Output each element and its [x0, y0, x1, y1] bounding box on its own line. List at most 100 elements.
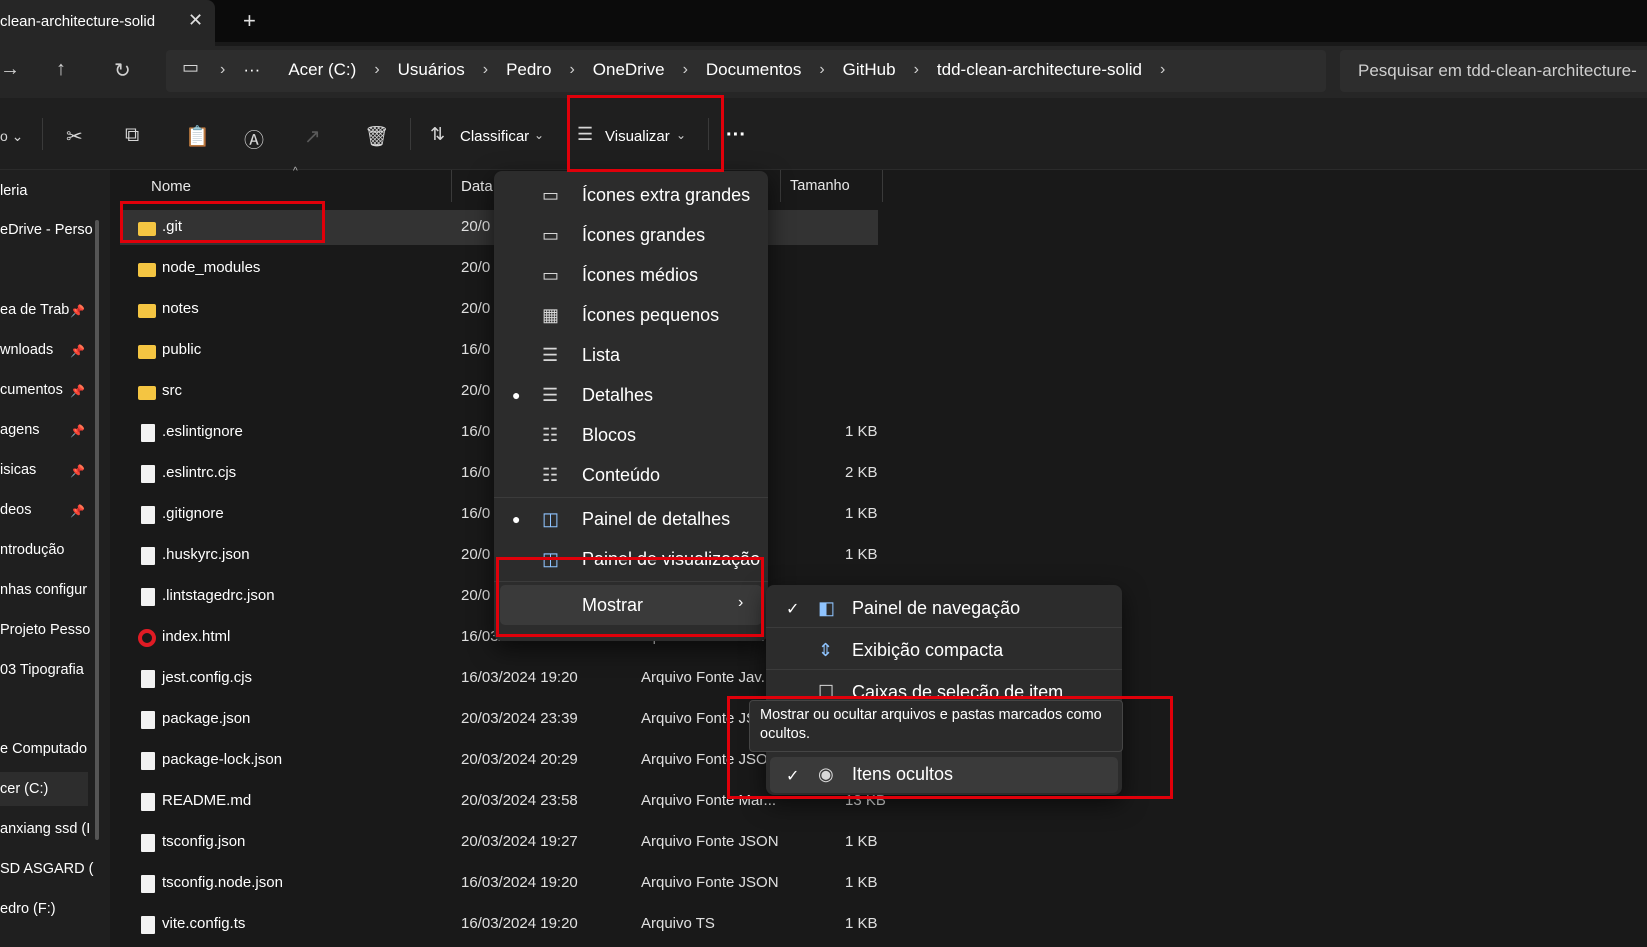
- breadcrumb-item[interactable]: Usuários: [398, 60, 465, 80]
- file-name: .lintstagedrc.json: [162, 587, 275, 604]
- file-row[interactable]: vite.config.ts 16/03/2024 19:20 Arquivo TS…: [0, 915, 900, 947]
- content-icon: ☷: [542, 465, 559, 485]
- monitor-icon: ▭: [542, 225, 560, 245]
- folder-icon: [138, 263, 156, 277]
- submenu-item-navigation-pane[interactable]: ✓ ◧ Painel de navegação: [766, 589, 1122, 627]
- file-date: 20/0: [461, 259, 491, 276]
- chevron-right-icon: ›: [913, 61, 919, 78]
- menu-item-label: Ícones pequenos: [582, 305, 720, 325]
- menu-item-label: Ícones extra grandes: [582, 185, 751, 205]
- file-size: 1 KB: [845, 874, 878, 891]
- monitor-icon: ▭: [542, 185, 560, 205]
- file-name: package.json: [162, 710, 251, 727]
- file-name: public: [162, 341, 202, 358]
- column-header-date[interactable]: Data: [461, 178, 493, 195]
- nav-item[interactable]: leria: [0, 183, 95, 199]
- selected-bullet-icon: ●: [512, 511, 521, 527]
- cut-icon[interactable]: ✂: [66, 124, 83, 149]
- up-icon[interactable]: ↑: [56, 58, 66, 81]
- column-header-name[interactable]: Nome: [151, 178, 191, 195]
- chevron-right-icon: ›: [819, 61, 825, 78]
- menu-item-details[interactable]: ● ☰ Detalhes: [494, 376, 768, 414]
- breadcrumb-ellipsis[interactable]: ···: [243, 60, 260, 80]
- file-date: 20/03/2024 20:29: [461, 751, 578, 768]
- submenu-item-compact-view[interactable]: ⇕ Exibição compacta: [766, 631, 1122, 669]
- folder-icon: [138, 304, 156, 318]
- file-date: 16/0: [461, 505, 491, 522]
- breadcrumb-item[interactable]: GitHub: [843, 60, 896, 80]
- folder-icon: [138, 386, 156, 400]
- menu-item-tiles[interactable]: ☷ Blocos: [494, 416, 768, 454]
- delete-icon[interactable]: 🗑: [364, 124, 389, 149]
- copy-icon[interactable]: ⧉: [125, 124, 139, 147]
- menu-separator: [494, 497, 768, 498]
- rename-icon[interactable]: Ⓐ: [244, 124, 264, 153]
- menu-item-content[interactable]: ☷ Conteúdo: [494, 456, 768, 494]
- toolbar-divider: [42, 118, 43, 150]
- menu-item-details-pane[interactable]: ● ◫ Painel de detalhes: [494, 500, 768, 538]
- chevron-down-icon: ⌄: [534, 128, 545, 142]
- chevron-right-icon[interactable]: ›: [1160, 61, 1165, 79]
- refresh-icon[interactable]: ↻: [114, 58, 131, 83]
- search-placeholder: Pesquisar em tdd-clean-architecture-: [1358, 61, 1637, 80]
- file-name: tsconfig.json: [162, 833, 246, 850]
- submenu-item-label: Painel de navegação: [852, 598, 1021, 618]
- file-name: notes: [162, 300, 199, 317]
- file-icon: [141, 752, 155, 770]
- new-dropdown-icon[interactable]: o ⌄: [0, 128, 23, 145]
- file-icon: [141, 424, 155, 442]
- sort-icon[interactable]: ⇅: [430, 124, 445, 145]
- annotation-box-hidden-items: [727, 696, 1173, 799]
- paste-icon[interactable]: 📋: [185, 124, 210, 149]
- tiles-icon: ☷: [542, 425, 559, 445]
- monitor-small-icon: ▭: [542, 265, 560, 285]
- file-date: 20/0: [461, 382, 491, 399]
- compact-view-icon: ⇕: [818, 640, 834, 660]
- breadcrumb-item[interactable]: OneDrive: [593, 60, 665, 80]
- breadcrumb-item[interactable]: Acer (C:): [288, 60, 356, 80]
- file-name: src: [162, 382, 182, 399]
- file-name: index.html: [162, 628, 231, 645]
- file-type: Arquivo Fonte Jav...: [641, 669, 774, 686]
- file-date: 20/0: [461, 218, 491, 235]
- menu-item-medium-icons[interactable]: ▭ Ícones médios: [494, 256, 768, 294]
- submenu-item-label: Exibição compacta: [852, 640, 1004, 660]
- file-date: 16/03/2024 19:20: [461, 874, 578, 891]
- file-name: package-lock.json: [162, 751, 283, 768]
- tab-close-icon[interactable]: ✕: [188, 10, 203, 31]
- menu-item-list[interactable]: ☰ Lista: [494, 336, 768, 374]
- file-name: README.md: [162, 792, 252, 809]
- file-row[interactable]: tsconfig.node.json 16/03/2024 19:20 Arquiv…: [0, 874, 900, 914]
- file-icon: [141, 916, 155, 934]
- forward-icon[interactable]: →: [0, 58, 20, 81]
- breadcrumb-item[interactable]: Pedro: [506, 60, 551, 80]
- column-header-size[interactable]: Tamanho: [790, 178, 850, 194]
- file-date: 16/0: [461, 423, 491, 440]
- breadcrumb-item[interactable]: tdd-clean-architecture-solid: [937, 60, 1142, 80]
- file-date: 20/03/2024 23:39: [461, 710, 578, 727]
- file-icon: [141, 547, 155, 565]
- file-size: 1 KB: [845, 546, 878, 563]
- menu-item-large-icons[interactable]: ▭ Ícones grandes: [494, 216, 768, 254]
- menu-item-extra-large-icons[interactable]: ▭ Ícones extra grandes: [494, 176, 768, 214]
- annotation-box-git: [120, 201, 325, 243]
- chevron-right-icon: ›: [569, 61, 575, 78]
- sort-button[interactable]: Classificar: [460, 128, 529, 145]
- menu-item-label: Ícones médios: [582, 265, 699, 285]
- menu-item-label: Conteúdo: [582, 465, 661, 485]
- more-options-button[interactable]: ···: [726, 124, 746, 147]
- file-size: 2 KB: [845, 464, 878, 481]
- file-size: 1 KB: [845, 833, 878, 850]
- breadcrumb-item[interactable]: Documentos: [706, 60, 801, 80]
- share-icon[interactable]: ↗: [304, 124, 321, 149]
- file-icon: [141, 588, 155, 606]
- file-date: 20/0: [461, 546, 491, 563]
- details-icon: ☰: [542, 385, 559, 405]
- menu-item-small-icons[interactable]: ▦ Ícones pequenos: [494, 296, 768, 334]
- new-tab-button[interactable]: +: [243, 8, 256, 34]
- file-row[interactable]: tsconfig.json 20/03/2024 19:27 Arquivo Fon…: [0, 833, 900, 873]
- menu-item-label: Detalhes: [582, 385, 654, 405]
- chevron-right-icon: ›: [682, 61, 688, 78]
- menu-item-label: Painel de detalhes: [582, 509, 731, 529]
- column-divider: [451, 170, 452, 202]
